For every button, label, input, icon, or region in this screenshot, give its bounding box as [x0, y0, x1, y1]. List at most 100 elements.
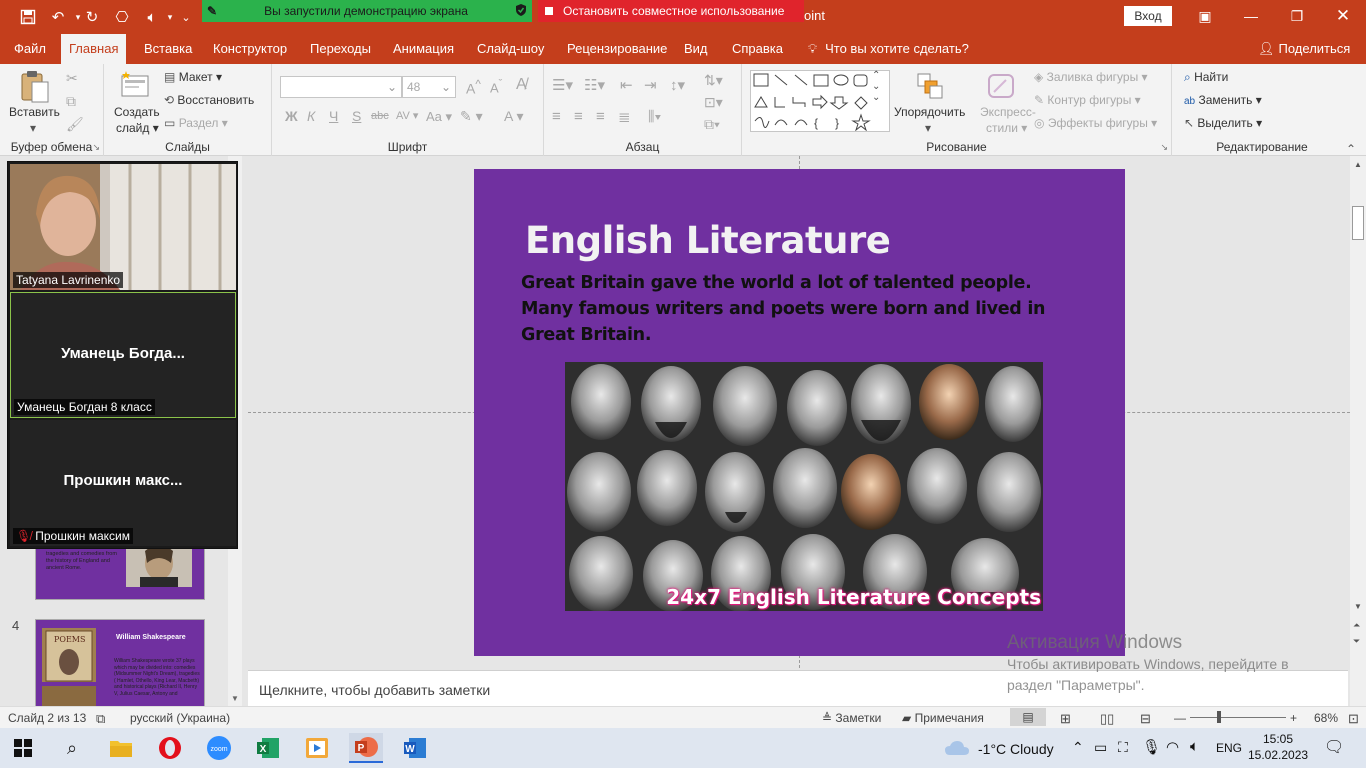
zoom-slider[interactable] — [1190, 717, 1286, 718]
justify-icon[interactable]: ≣ — [618, 108, 631, 126]
slide-sorter-view-icon[interactable]: ⊞ — [1060, 711, 1071, 727]
slide-thumbnail-4[interactable]: POEMS William Shakespeare William Shakes… — [35, 619, 205, 714]
cut-icon[interactable]: ✂ — [66, 70, 78, 87]
smartart-icon[interactable]: ⧉▾ — [704, 116, 720, 133]
highlight-icon[interactable]: ✎ ▾ — [460, 108, 483, 125]
tab-slideshow[interactable]: Слайд-шоу — [469, 34, 552, 64]
arrange-dropdown-icon[interactable]: ▾ — [925, 121, 931, 135]
bold-button[interactable]: Ж — [285, 108, 298, 124]
text-direction-icon[interactable]: ⇅▾ — [704, 72, 723, 89]
tab-design[interactable]: Конструктор — [205, 34, 295, 64]
tab-animations[interactable]: Анимация — [385, 34, 462, 64]
media-player-icon[interactable] — [300, 733, 334, 763]
change-case-button[interactable]: Aa ▾ — [426, 109, 452, 125]
slideshow-view-icon[interactable]: ⊟ — [1140, 711, 1151, 727]
tab-view[interactable]: Вид — [676, 34, 716, 64]
underline-button[interactable]: Ч — [329, 108, 338, 124]
video-tile-self[interactable]: Tatyana Lavrinenko — [10, 164, 236, 290]
editor-scroll-thumb[interactable] — [1352, 206, 1364, 240]
paste-button[interactable]: Вставить — [9, 105, 60, 119]
shadow-button[interactable]: S — [352, 108, 361, 124]
copy-icon[interactable]: ⧉ — [66, 93, 76, 110]
windows-start-icon[interactable] — [6, 733, 40, 763]
normal-view-button[interactable]: ▤ — [1010, 708, 1046, 726]
close-icon[interactable]: ✕ — [1328, 4, 1358, 28]
new-slide-label-2[interactable]: слайд ▾ — [116, 121, 159, 135]
shapes-more-icon[interactable]: ⌃ ⌄ ⌄ — [872, 70, 888, 132]
shape-outline-button[interactable]: ✎ Контур фигуры ▾ — [1034, 93, 1141, 107]
replace-button[interactable]: ab Заменить ▾ — [1184, 93, 1262, 107]
zoom-out-icon[interactable]: — — [1174, 711, 1186, 725]
clipboard-launcher-icon[interactable]: ↘ — [92, 142, 100, 153]
new-slide-label-1[interactable]: Создать — [114, 105, 160, 119]
char-spacing-button[interactable]: AV ▾ — [396, 109, 418, 122]
arrange-icon[interactable] — [916, 72, 944, 103]
minimize-icon[interactable]: — — [1236, 4, 1266, 28]
tab-file[interactable]: Файл — [6, 34, 54, 64]
comments-toggle[interactable]: ▰ Примечания — [902, 711, 984, 725]
stop-share-button[interactable]: Остановить совместное использование — [538, 0, 804, 22]
video-tile-participant[interactable]: Прошкин макс... 🎙︎̸ Прошкин максим — [10, 420, 236, 546]
battery-icon[interactable]: ▭ — [1094, 739, 1107, 756]
arrange-button[interactable]: Упорядочить — [894, 105, 965, 119]
font-color-icon[interactable]: A ▾ — [504, 108, 523, 125]
collapse-ribbon-icon[interactable]: ⌃ — [1346, 142, 1356, 156]
ribbon-display-options-icon[interactable]: ▣ — [1190, 4, 1220, 28]
select-button[interactable]: ↖ Выделить ▾ — [1184, 116, 1262, 130]
weather-text[interactable]: -1°C Cloudy — [978, 741, 1054, 757]
font-name-combo[interactable]: ⌄ — [280, 76, 402, 98]
slide-canvas[interactable]: English Literature Great Britain gave th… — [474, 169, 1125, 656]
drawing-launcher-icon[interactable]: ↘ — [1160, 142, 1168, 153]
tab-insert[interactable]: Вставка — [136, 34, 200, 64]
word-icon[interactable]: W — [398, 733, 432, 763]
paste-dropdown-icon[interactable]: ▾ — [30, 121, 36, 135]
tab-home[interactable]: Главная — [61, 34, 127, 64]
scroll-down-icon[interactable]: ▼ — [1354, 602, 1362, 611]
numbering-icon[interactable]: ☷▾ — [584, 76, 605, 94]
clock-time[interactable]: 15:05 — [1254, 732, 1302, 746]
shrink-font-icon[interactable]: Aˇ — [490, 78, 502, 95]
align-text-icon[interactable]: ⊡▾ — [704, 94, 723, 111]
layout-button[interactable]: ▤ Макет ▾ — [164, 70, 222, 84]
quick-styles-label-1[interactable]: Экспресс- — [980, 105, 1036, 119]
line-spacing-icon[interactable]: ↕▾ — [670, 76, 685, 94]
increase-indent-icon[interactable]: ⇥ — [644, 76, 657, 94]
clear-formatting-icon[interactable]: A̸ — [516, 76, 527, 94]
reset-button[interactable]: ⟲ Восстановить — [164, 93, 254, 107]
scroll-up-icon[interactable]: ▲ — [1354, 160, 1362, 169]
language-indicator[interactable]: ENG — [1216, 741, 1242, 755]
bullets-icon[interactable]: ☰▾ — [552, 76, 573, 94]
tab-help[interactable]: Справка — [724, 34, 791, 64]
redo-icon[interactable]: ↻ — [80, 6, 104, 28]
show-hidden-icons-icon[interactable]: ⌃ — [1072, 739, 1084, 756]
scroll-down-icon[interactable]: ▼ — [231, 694, 239, 703]
shape-fill-button[interactable]: ◈ Заливка фигуры ▾ — [1034, 70, 1148, 84]
find-button[interactable]: ⌕ Найти — [1184, 70, 1228, 85]
zoom-slider-thumb[interactable] — [1217, 711, 1221, 723]
volume-icon[interactable]: 🔈︎ — [1190, 738, 1199, 755]
signin-button[interactable]: Вход — [1124, 6, 1172, 26]
paste-icon[interactable] — [18, 70, 52, 107]
italic-button[interactable]: К — [307, 108, 315, 124]
wifi-icon[interactable]: ◠ — [1166, 738, 1179, 756]
powerpoint-icon[interactable]: P — [349, 733, 383, 763]
grow-font-icon[interactable]: A^ — [466, 78, 481, 97]
clock-date[interactable]: 15.02.2023 — [1248, 748, 1308, 762]
strikethrough-button[interactable]: abc — [371, 110, 389, 122]
decrease-indent-icon[interactable]: ⇤ — [620, 76, 633, 94]
language-indicator[interactable]: русский (Украина) — [130, 711, 230, 725]
align-right-icon[interactable]: ≡ — [596, 108, 605, 125]
next-slide-icon[interactable]: ⏷ — [1353, 636, 1360, 647]
shapes-gallery[interactable]: {} — [750, 70, 890, 132]
align-left-icon[interactable]: ≡ — [552, 108, 561, 125]
network-share-icon[interactable]: ⛶ — [1118, 739, 1128, 756]
tab-transitions[interactable]: Переходы — [302, 34, 379, 64]
shape-effects-button[interactable]: ◎ Эффекты фигуры ▾ — [1034, 116, 1157, 130]
reading-view-icon[interactable]: ▯▯ — [1100, 711, 1114, 727]
format-painter-icon[interactable]: 🖌︎ — [66, 116, 84, 133]
excel-icon[interactable]: X — [251, 733, 285, 763]
share-button[interactable]: 👤︎ Поделиться — [1250, 34, 1358, 64]
zoom-level[interactable]: 68% — [1314, 711, 1338, 725]
section-button[interactable]: ▭ Раздел ▾ — [164, 116, 228, 130]
customize-toolbar-icon[interactable]: ⌄ — [174, 6, 198, 28]
